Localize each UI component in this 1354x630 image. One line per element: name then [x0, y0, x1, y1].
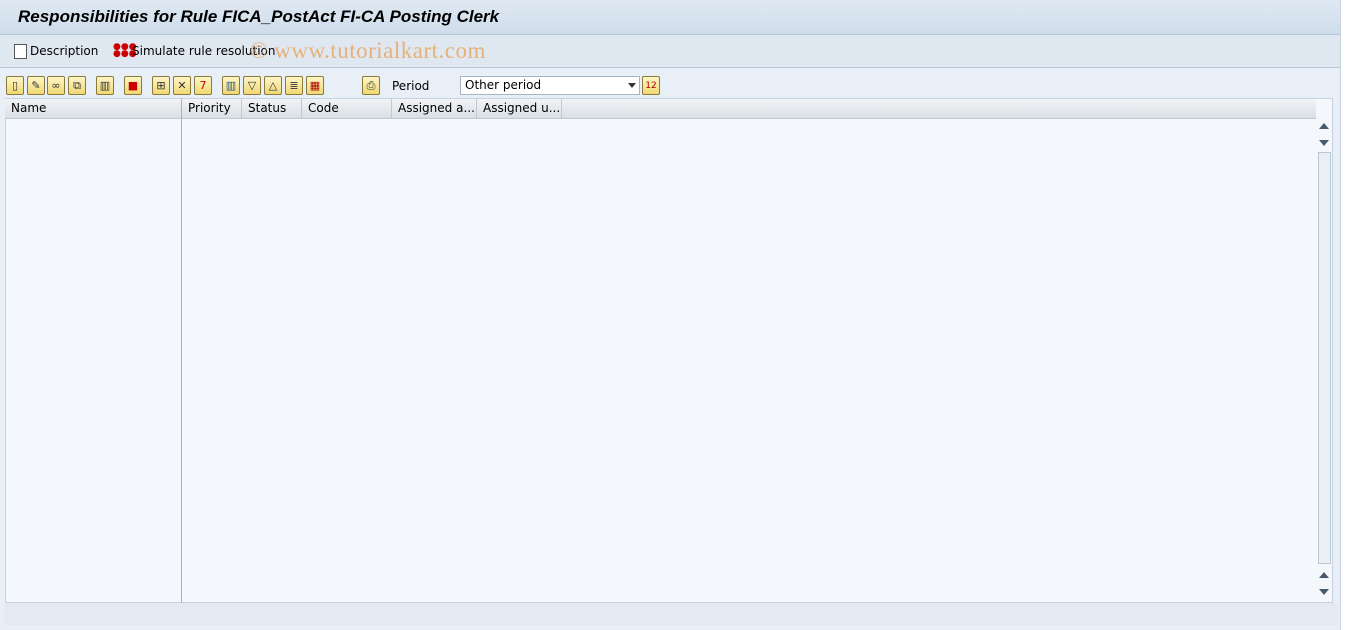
watermark: © www.tutorialkart.com — [250, 38, 486, 63]
display-button[interactable]: ∞ — [47, 76, 65, 95]
page-title: Responsibilities for Rule FICA_PostAct F… — [18, 7, 500, 26]
copy-icon: ⧉ — [73, 78, 81, 92]
create-button[interactable]: ▯ — [6, 76, 24, 95]
title-bar: Responsibilities for Rule FICA_PostAct F… — [0, 0, 1340, 35]
scroll-down-icon[interactable] — [1319, 589, 1329, 595]
period-value: Other period — [465, 78, 542, 92]
expand-button[interactable]: ▽ — [243, 76, 261, 95]
column-header-status[interactable]: Status — [242, 99, 302, 118]
scroll-up-icon[interactable] — [1319, 123, 1329, 129]
expand-icon: ▽ — [247, 79, 257, 92]
change-button[interactable]: ✎ — [27, 76, 45, 95]
collapse-icon: △ — [268, 79, 278, 92]
validity-button[interactable]: 7 — [194, 76, 212, 95]
column-settings-button[interactable]: ▦ — [306, 76, 324, 95]
create-icon: ▯ — [11, 79, 19, 92]
column-settings-icon: ▦ — [309, 79, 321, 92]
print-icon: ⎙ — [366, 78, 376, 92]
column-header-assigned-a[interactable]: Assigned a... — [392, 99, 477, 118]
details-icon: ≣ — [289, 79, 299, 92]
delete-button[interactable]: ▥ — [96, 76, 114, 95]
scroll-down-icon[interactable] — [1319, 140, 1329, 146]
transport-icon: ■ — [127, 79, 139, 92]
simulate-icon: ●●● ●●● — [113, 41, 137, 59]
column-header-assigned-u[interactable]: Assigned u... — [477, 99, 562, 118]
collapse-button[interactable]: △ — [264, 76, 282, 95]
remove-assignment-button[interactable]: ✕ — [173, 76, 191, 95]
details-button[interactable]: ≣ — [285, 76, 303, 95]
column-header-name[interactable]: Name — [5, 99, 182, 118]
copy-button[interactable]: ⧉ — [68, 76, 86, 95]
responsibilities-grid — [5, 98, 1333, 603]
column-header-priority[interactable]: Priority — [182, 99, 242, 118]
chevron-down-icon — [628, 83, 636, 88]
description-button[interactable]: Description — [14, 42, 98, 60]
print-button[interactable]: ⎙ — [362, 76, 380, 95]
assign-button[interactable]: ⊞ — [152, 76, 170, 95]
layout-icon: ▥ — [225, 79, 237, 92]
period-label: Period — [392, 79, 430, 93]
description-label: Description — [30, 44, 99, 58]
scroll-up-icon[interactable] — [1319, 572, 1329, 578]
calendar-button[interactable]: 12 — [642, 76, 660, 95]
scrollbar-thumb[interactable] — [1318, 152, 1331, 564]
remove-assignment-icon: ✕ — [177, 79, 187, 92]
delete-icon: ▥ — [99, 79, 111, 92]
tree-splitter[interactable] — [181, 99, 182, 602]
status-area — [4, 603, 1338, 625]
column-header-code[interactable]: Code — [302, 99, 392, 118]
period-dropdown[interactable]: Other period — [460, 76, 640, 95]
change-icon: ✎ — [31, 79, 41, 92]
calendar-icon: 12 — [645, 80, 657, 91]
display-icon: ∞ — [51, 79, 61, 92]
document-icon — [14, 43, 27, 59]
assign-icon: ⊞ — [156, 79, 166, 92]
transport-button[interactable]: ■ — [124, 76, 142, 95]
layout-button[interactable]: ▥ — [222, 76, 240, 95]
validity-icon: 7 — [199, 79, 207, 92]
vertical-scrollbar[interactable] — [1316, 118, 1333, 602]
